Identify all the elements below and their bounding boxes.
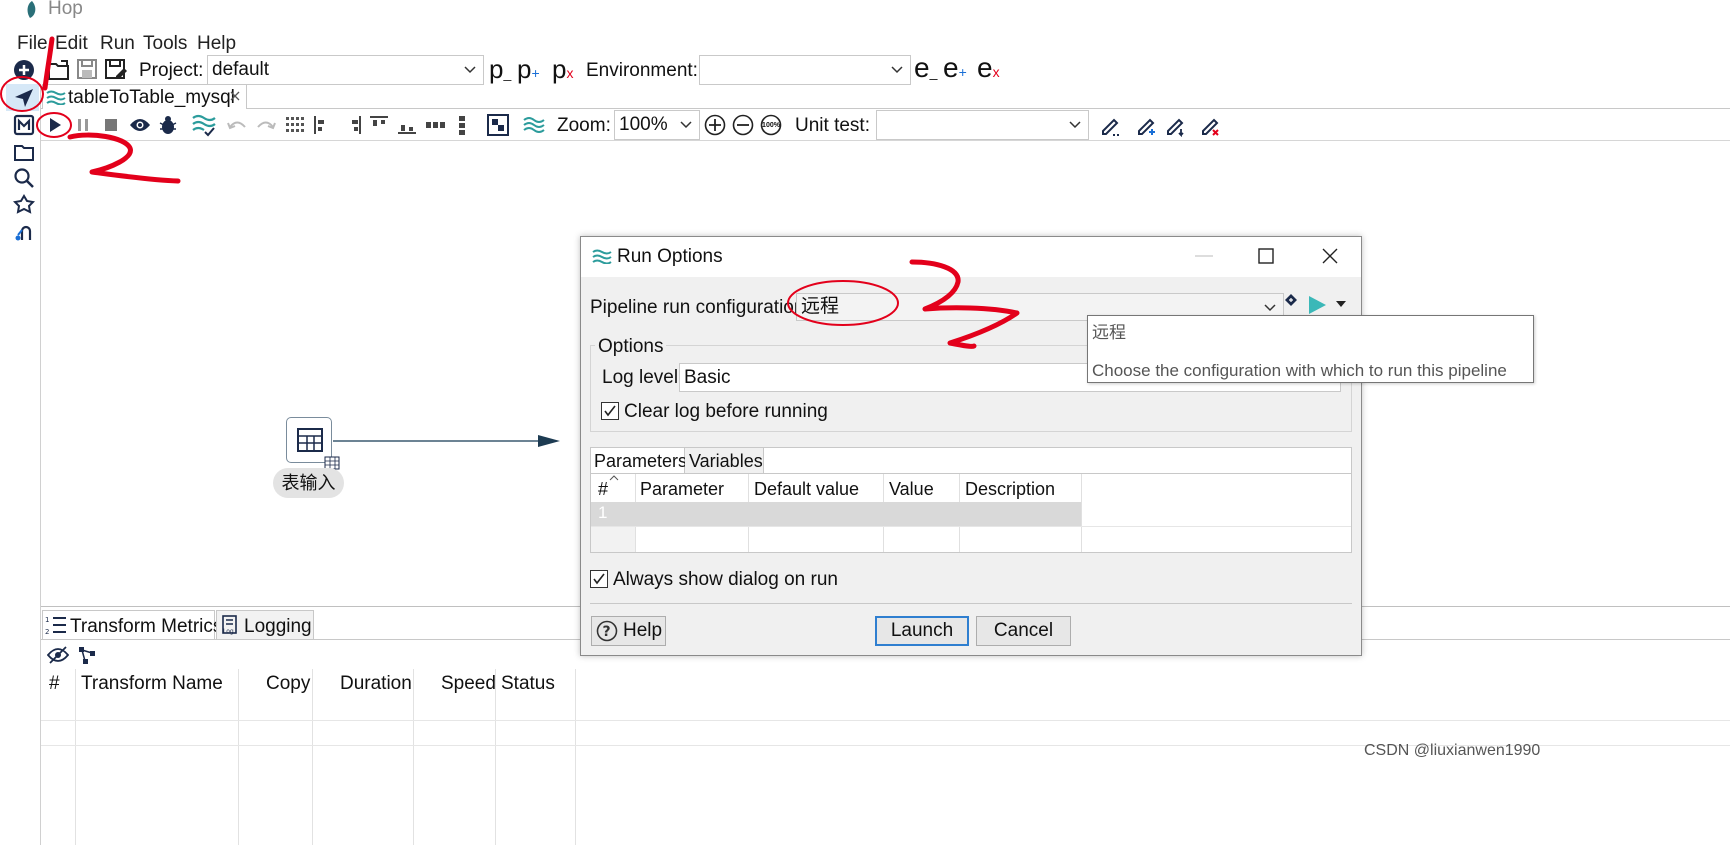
circle-run-mark: [36, 112, 72, 138]
watermark: CSDN @liuxianwen1990: [1364, 742, 1541, 759]
circle-config-mark: [787, 280, 899, 326]
mark-2: [67, 132, 181, 184]
red-annotations: [0, 36, 1020, 349]
circle-navigate-mark: [0, 76, 44, 112]
mark-3: [909, 259, 1020, 349]
mark-1: [42, 36, 55, 91]
